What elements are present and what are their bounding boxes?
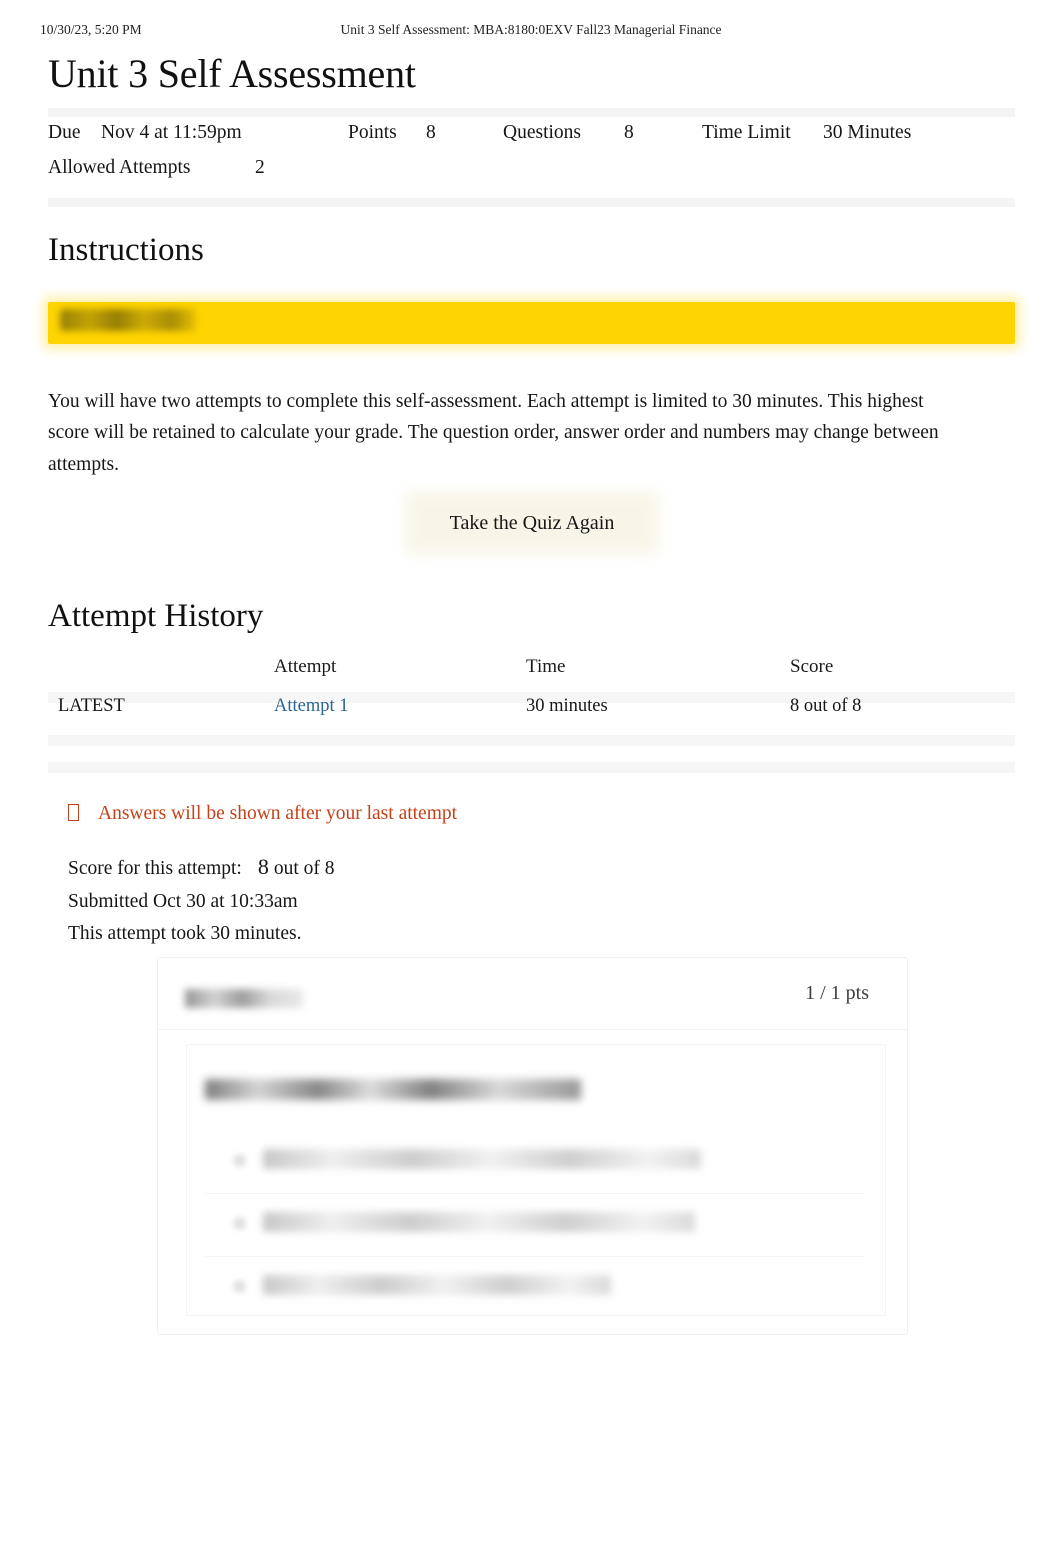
due-label: Due — [48, 122, 81, 143]
attempt-1-link[interactable]: Attempt 1 — [274, 696, 349, 716]
instructions-heading: Instructions — [48, 232, 204, 268]
questions-value: 8 — [624, 122, 634, 143]
question-card-header: 1 / 1 pts — [158, 958, 909, 1030]
question-body — [186, 1044, 886, 1316]
attempt-history-heading: Attempt History — [48, 598, 264, 634]
page-title: Unit 3 Self Assessment — [48, 51, 416, 96]
answer-option[interactable] — [205, 1267, 865, 1311]
submitted-timestamp: Submitted Oct 30 at 10:33am — [68, 890, 298, 912]
attempt-detail-info: Score for this attempt: 8 out of 8 Submitt… — [68, 851, 335, 951]
answer-divider — [205, 1256, 865, 1257]
questions-label: Questions — [503, 122, 581, 143]
instructions-highlight-bar — [48, 302, 1015, 344]
radio-button-icon[interactable] — [233, 1154, 246, 1167]
points-label: Points — [348, 122, 397, 143]
table-header-row: Attempt Time Score — [48, 656, 1015, 696]
table-band-bottom — [48, 762, 1015, 773]
question-text — [205, 1079, 581, 1100]
column-header-attempt: Attempt — [274, 656, 337, 677]
row-kept-badge: LATEST — [58, 696, 125, 716]
column-header-score: Score — [790, 656, 834, 677]
print-document-title: Unit 3 Self Assessment: MBA:8180:0EXV Fa… — [340, 22, 722, 37]
attempt-duration: This attempt took 30 minutes. — [68, 923, 302, 944]
meta-row-primary: Due Nov 4 at 11:59pm Points 8 Questions … — [48, 122, 1015, 157]
instructions-body: You will have two attempts to complete t… — [48, 390, 939, 475]
attempt-history-table: Attempt Time Score LATEST Attempt 1 30 m… — [48, 656, 1015, 738]
score-for-attempt-row: Score for this attempt: 8 out of 8 — [68, 851, 335, 886]
answers-availability-note: Answers will be shown after your last at… — [68, 803, 457, 825]
question-points: 1 / 1 pts — [805, 982, 869, 1004]
score-label: Score for this attempt: — [68, 858, 242, 879]
score-value: 8 — [257, 854, 269, 879]
row-score-value: 8 out of 8 — [790, 696, 862, 716]
meta-row-secondary: Allowed Attempts 2 — [48, 157, 1015, 192]
answer-option[interactable] — [205, 1204, 865, 1248]
table-row: LATEST Attempt 1 30 minutes 8 out of 8 — [48, 696, 1015, 738]
question-card: 1 / 1 pts — [157, 957, 909, 1335]
due-value: Nov 4 at 11:59pm — [101, 122, 242, 143]
answer-option-label — [263, 1275, 611, 1295]
print-header: 10/30/23, 5:20 PM Unit 3 Self Assessment… — [0, 22, 1062, 42]
answer-option-label — [263, 1149, 701, 1169]
take-quiz-again-button[interactable]: Take the Quiz Again — [419, 503, 645, 543]
question-label — [185, 989, 303, 1008]
row-time-value: 30 minutes — [526, 696, 608, 716]
time-limit-label: Time Limit — [702, 122, 791, 143]
answer-divider — [205, 1193, 865, 1194]
radio-button-icon[interactable] — [233, 1217, 246, 1230]
allowed-attempts-value: 2 — [255, 157, 265, 178]
meta-divider-top — [48, 108, 1015, 117]
answers-note-text: Answers will be shown after your last at… — [98, 803, 458, 824]
quiz-meta-block: Due Nov 4 at 11:59pm Points 8 Questions … — [48, 122, 1015, 192]
meta-divider-bottom — [48, 198, 1015, 207]
warning-icon — [68, 804, 79, 821]
points-value: 8 — [426, 122, 436, 143]
answer-option[interactable] — [205, 1141, 865, 1185]
retake-button-wrapper: Take the Quiz Again — [405, 492, 659, 554]
time-limit-value: 30 Minutes — [823, 122, 912, 143]
redacted-highlight-text — [60, 309, 196, 331]
allowed-attempts-label: Allowed Attempts — [48, 157, 191, 178]
answer-option-label — [263, 1212, 695, 1232]
radio-button-icon[interactable] — [233, 1280, 246, 1293]
column-header-time: Time — [526, 656, 566, 677]
score-suffix: out of 8 — [273, 858, 335, 879]
